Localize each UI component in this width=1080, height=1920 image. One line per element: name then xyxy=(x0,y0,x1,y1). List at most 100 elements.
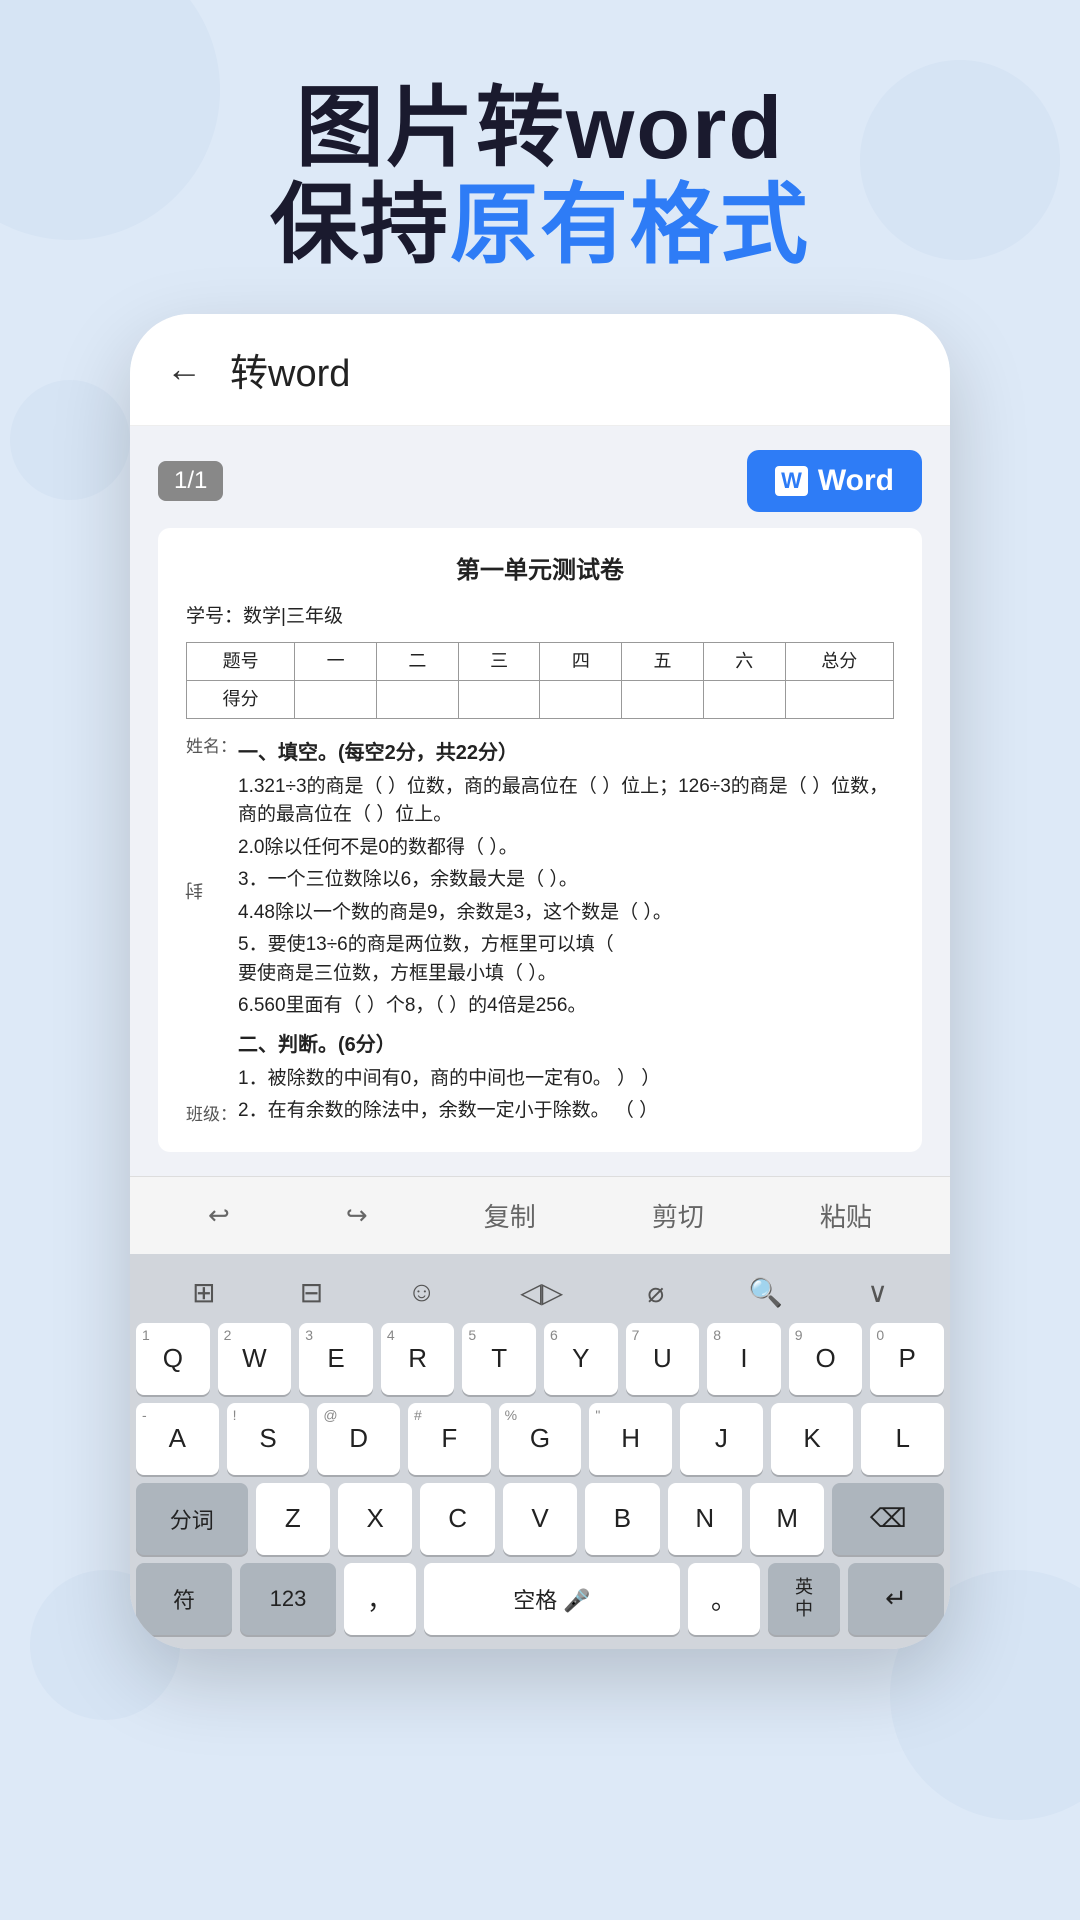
key-Z[interactable]: Z xyxy=(256,1483,330,1555)
table-data-cell xyxy=(295,681,377,719)
kb-row-2: -A !S @D #F %G "H J K L xyxy=(136,1403,944,1475)
table-header-cell: 三 xyxy=(458,643,540,681)
kb-emoji-button[interactable]: ☺ xyxy=(397,1272,446,1312)
edit-toolbar: ↩ ↪ 复制 剪切 粘贴 xyxy=(130,1176,950,1254)
key-Y[interactable]: 6Y xyxy=(544,1323,618,1395)
kb-search-button[interactable]: 🔍 xyxy=(738,1272,793,1313)
kb-row-4: 符 123 ， 空格 🎤 。 英中 ↵ xyxy=(136,1563,944,1635)
cut-button[interactable]: 剪切 xyxy=(636,1193,720,1238)
question-5: 5．要使13÷6的商是两位数，方框里可以填（要使商是三位数，方框里最小填（ ）。 xyxy=(238,931,894,988)
class-label: 班级： xyxy=(186,1101,238,1128)
enter-key[interactable]: ↵ xyxy=(848,1563,944,1635)
word-export-button[interactable]: W Word xyxy=(747,450,922,512)
page-title: 转word xyxy=(230,342,350,397)
table-data-cell: 得分 xyxy=(187,681,295,719)
question-2: 2.0除以任何不是0的数都得（ ）。 xyxy=(238,834,894,863)
key-K[interactable]: K xyxy=(771,1403,854,1475)
section-1-heading: 一、填空。(每空2分，共22分） xyxy=(238,737,894,769)
key-V[interactable]: V xyxy=(503,1483,577,1555)
side-labels-col: 姓名： 封 班级： xyxy=(186,729,238,1128)
key-O[interactable]: 9O xyxy=(789,1323,863,1395)
key-H[interactable]: "H xyxy=(589,1403,672,1475)
keyboard: ⊞ ⊟ ☺ ◁▷ ⌀ 🔍 ∨ 1Q 2W 3E 4R 5T 6Y 7U 8I 9… xyxy=(130,1254,950,1649)
space-key[interactable]: 空格 🎤 xyxy=(424,1563,680,1635)
doc-meta-label: 学号： xyxy=(186,602,243,632)
question-8: 2．在有余数的除法中，余数一定小于除数。 （ ） xyxy=(238,1097,894,1126)
top-bar: ← 转word xyxy=(130,314,950,426)
key-D[interactable]: @D xyxy=(317,1403,400,1475)
key-fenci[interactable]: 分词 xyxy=(136,1483,248,1555)
table-data-cell xyxy=(458,681,540,719)
undo-button[interactable]: ↩ xyxy=(192,1196,246,1235)
key-period[interactable]: 。 xyxy=(688,1563,760,1635)
word-icon: W xyxy=(775,466,808,496)
kb-keyboard-button[interactable]: ⊟ xyxy=(290,1272,333,1313)
kb-clip-button[interactable]: ⌀ xyxy=(637,1272,674,1313)
doc-title: 第一单元测试卷 xyxy=(186,552,894,590)
key-N[interactable]: N xyxy=(668,1483,742,1555)
key-123[interactable]: 123 xyxy=(240,1563,336,1635)
kb-row-3: 分词 Z X C V B N M ⌫ xyxy=(136,1483,944,1555)
section-2-heading: 二、判断。(6分） xyxy=(238,1029,894,1061)
document-area: 1/1 W Word 第一单元测试卷 学号： 数学|三年级 题号 一 二 三 四 xyxy=(130,426,950,1176)
question-4: 4.48除以一个数的商是9，余数是3，这个数是（ ）。 xyxy=(238,899,894,928)
word-btn-label: Word xyxy=(818,464,894,498)
question-7: 1．被除数的中间有0，商的中间也一定有0。 ） ） xyxy=(238,1065,894,1094)
key-E[interactable]: 3E xyxy=(299,1323,373,1395)
table-data-cell xyxy=(785,681,893,719)
key-P[interactable]: 0P xyxy=(870,1323,944,1395)
key-Q[interactable]: 1Q xyxy=(136,1323,210,1395)
kb-cursor-button[interactable]: ◁▷ xyxy=(510,1272,573,1313)
kb-rows: 1Q 2W 3E 4R 5T 6Y 7U 8I 9O 0P -A !S @D #… xyxy=(130,1319,950,1649)
delete-key[interactable]: ⌫ xyxy=(832,1483,944,1555)
kb-row-1: 1Q 2W 3E 4R 5T 6Y 7U 8I 9O 0P xyxy=(136,1323,944,1395)
page-badge: 1/1 xyxy=(158,461,223,501)
doc-meta-value: 数学|三年级 xyxy=(243,602,343,632)
table-header-cell: 题号 xyxy=(187,643,295,681)
doc-content: 第一单元测试卷 学号： 数学|三年级 题号 一 二 三 四 五 六 总分 得 xyxy=(158,528,922,1152)
table-header-cell: 五 xyxy=(622,643,704,681)
key-M[interactable]: M xyxy=(750,1483,824,1555)
key-C[interactable]: C xyxy=(420,1483,494,1555)
content-with-labels: 姓名： 封 班级： 一、填空。(每空2分，共22分） 1.321÷3的商是（ ）… xyxy=(186,729,894,1128)
key-lang[interactable]: 英中 xyxy=(768,1563,840,1635)
key-J[interactable]: J xyxy=(680,1403,763,1475)
table-header-cell: 一 xyxy=(295,643,377,681)
name-label: 姓名： xyxy=(186,733,238,760)
table-data-cell xyxy=(622,681,704,719)
table-header-cell: 六 xyxy=(703,643,785,681)
question-3: 3．一个三位数除以6，余数最大是（ ）。 xyxy=(238,866,894,895)
kb-grid-button[interactable]: ⊞ xyxy=(182,1272,225,1313)
table-header-cell: 二 xyxy=(377,643,459,681)
doc-meta: 学号： 数学|三年级 xyxy=(186,602,894,632)
key-S[interactable]: !S xyxy=(227,1403,310,1475)
key-B[interactable]: B xyxy=(585,1483,659,1555)
key-comma[interactable]: ， xyxy=(344,1563,416,1635)
kb-collapse-button[interactable]: ∨ xyxy=(857,1272,898,1313)
question-6: 6.560里面有（ ）个8，（ ）的4倍是256。 xyxy=(238,992,894,1021)
redo-button[interactable]: ↪ xyxy=(330,1196,384,1235)
key-T[interactable]: 5T xyxy=(462,1323,536,1395)
key-X[interactable]: X xyxy=(338,1483,412,1555)
keyboard-top-bar: ⊞ ⊟ ☺ ◁▷ ⌀ 🔍 ∨ xyxy=(130,1264,950,1319)
key-G[interactable]: %G xyxy=(499,1403,582,1475)
phone-mockup: ← 转word 1/1 W Word 第一单元测试卷 学号： 数学|三年级 题号… xyxy=(130,314,950,1649)
headline-2-prefix: 保持 xyxy=(270,175,450,274)
table-data-cell xyxy=(540,681,622,719)
key-I[interactable]: 8I xyxy=(707,1323,781,1395)
back-button[interactable]: ← xyxy=(166,348,202,390)
key-F[interactable]: #F xyxy=(408,1403,491,1475)
headline-2-blue: 原有格式 xyxy=(450,175,810,274)
paste-button[interactable]: 粘贴 xyxy=(804,1193,888,1238)
doc-toolbar: 1/1 W Word xyxy=(158,450,922,512)
main-content: 一、填空。(每空2分，共22分） 1.321÷3的商是（ ）位数，商的最高位在（… xyxy=(238,729,894,1128)
copy-button[interactable]: 复制 xyxy=(468,1193,552,1238)
table-header-cell: 四 xyxy=(540,643,622,681)
key-symbol[interactable]: 符 xyxy=(136,1563,232,1635)
key-L[interactable]: L xyxy=(861,1403,944,1475)
key-R[interactable]: 4R xyxy=(381,1323,455,1395)
table-header-cell: 总分 xyxy=(785,643,893,681)
key-A[interactable]: -A xyxy=(136,1403,219,1475)
key-U[interactable]: 7U xyxy=(626,1323,700,1395)
key-W[interactable]: 2W xyxy=(218,1323,292,1395)
